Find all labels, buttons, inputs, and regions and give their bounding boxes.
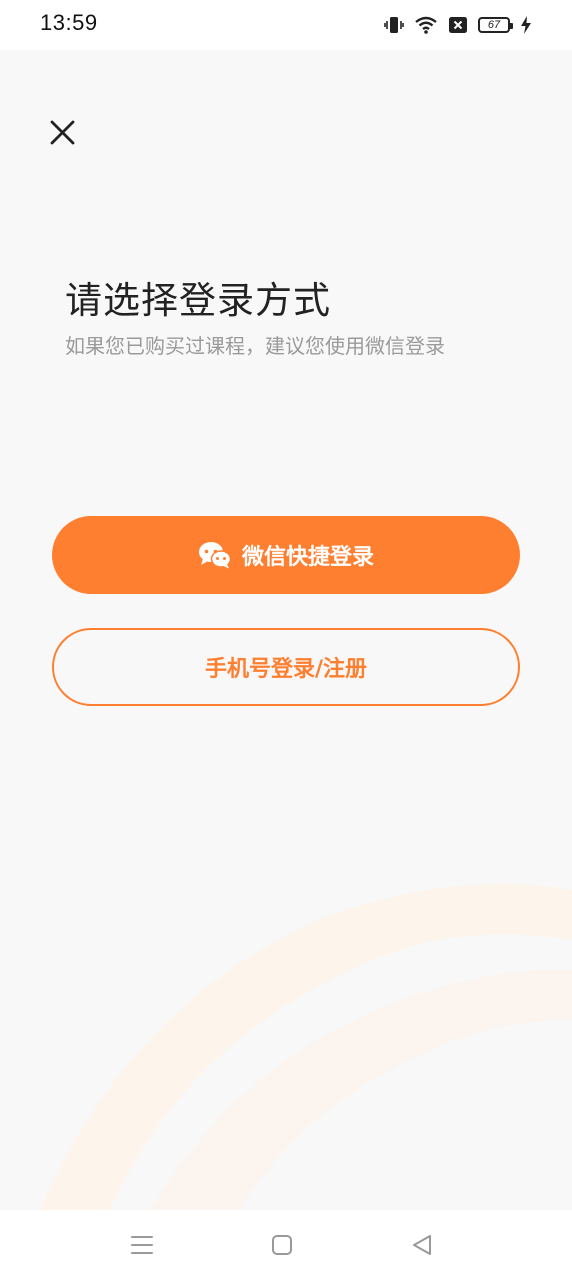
- recent-apps-button[interactable]: [128, 1232, 156, 1258]
- background-decoration: [40, 883, 572, 1210]
- phone-login-button[interactable]: 手机号登录/注册: [52, 628, 520, 706]
- login-screen: 13:59 67 请选择登录方式 如果您已购买过课程，建议您使用微信登录 微信快…: [0, 0, 572, 1280]
- home-button[interactable]: [268, 1232, 296, 1258]
- page-title: 请选择登录方式: [65, 279, 331, 322]
- page-subtitle: 如果您已购买过课程，建议您使用微信登录: [65, 334, 445, 358]
- battery-level: 67: [487, 19, 501, 31]
- battery-icon: 67: [478, 17, 513, 33]
- wechat-login-button[interactable]: 微信快捷登录: [52, 516, 520, 594]
- navigation-bar: [0, 1210, 572, 1280]
- wifi-icon: [415, 16, 437, 34]
- status-icons: 67: [384, 13, 532, 37]
- close-icon: [50, 120, 75, 145]
- phone-login-label: 手机号登录/注册: [204, 657, 368, 682]
- no-sim-icon: [449, 17, 467, 33]
- wechat-icon: [198, 542, 232, 569]
- status-time: 13:59: [40, 10, 98, 35]
- wechat-login-label: 微信快捷登录: [241, 545, 374, 570]
- back-icon: [413, 1235, 431, 1255]
- home-icon: [272, 1235, 292, 1255]
- status-bar: 13:59 67: [0, 0, 572, 50]
- back-button[interactable]: [408, 1232, 436, 1258]
- menu-icon: [131, 1236, 153, 1254]
- vibrate-icon: [384, 17, 404, 33]
- charging-icon: [521, 16, 531, 34]
- close-button[interactable]: [42, 112, 84, 154]
